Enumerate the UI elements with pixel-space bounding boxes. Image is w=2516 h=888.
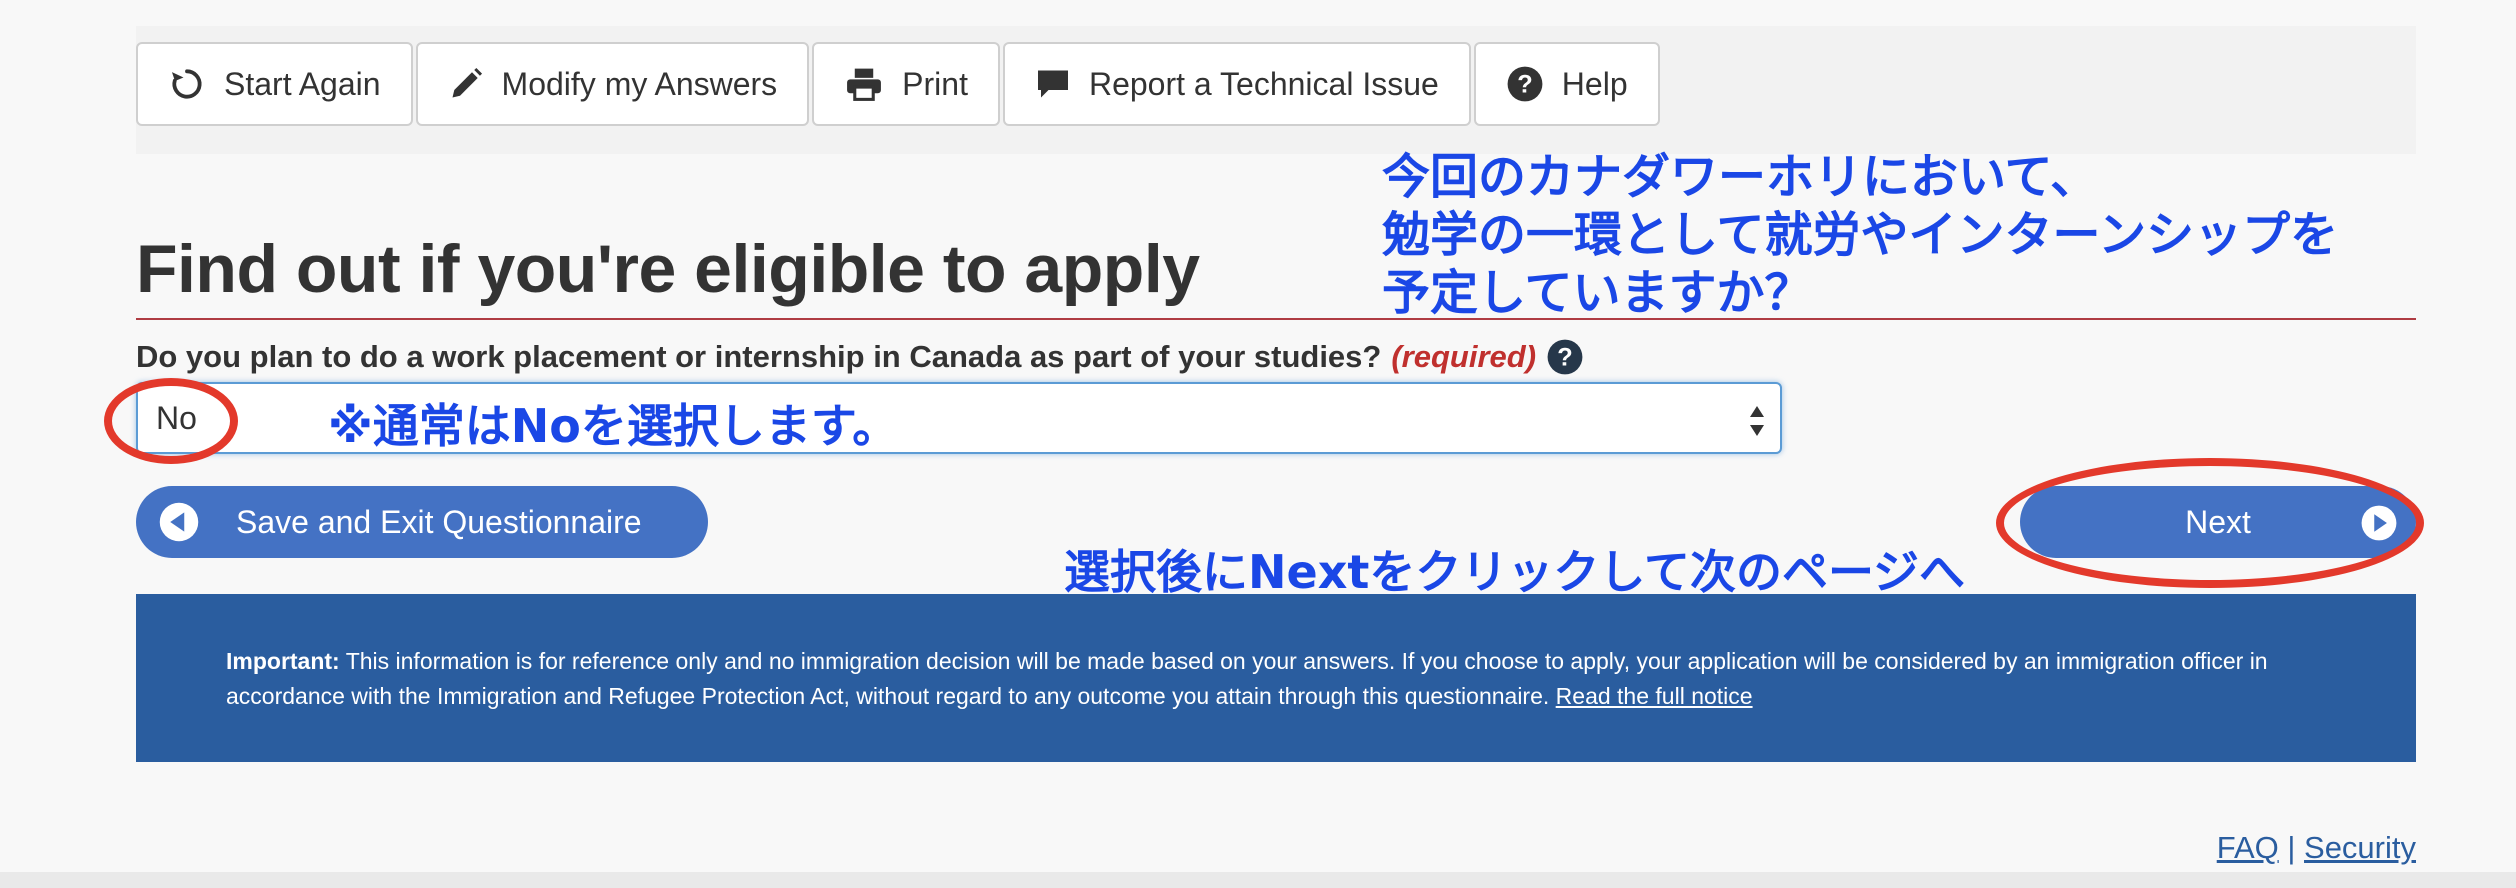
faq-link[interactable]: FAQ — [2217, 830, 2279, 865]
question-circle-icon: ? — [1507, 66, 1543, 102]
start-again-label: Start Again — [224, 65, 381, 102]
read-full-notice-link[interactable]: Read the full notice — [1556, 683, 1753, 709]
svg-text:?: ? — [1557, 344, 1572, 372]
important-notice: Important: This information is for refer… — [136, 594, 2416, 762]
select-arrows-icon — [1750, 406, 1764, 436]
required-marker: (required) — [1391, 339, 1537, 374]
toolbar: Start Again Modify my Answers Print Repo… — [136, 42, 1660, 126]
print-label: Print — [902, 65, 968, 102]
refresh-icon — [171, 69, 202, 99]
question-text: Do you plan to do a work placement or in… — [136, 339, 1382, 374]
printer-icon — [847, 68, 882, 101]
question-help-icon[interactable]: ? — [1546, 338, 1584, 376]
page-title: Find out if you're eligible to apply — [136, 231, 1200, 307]
start-again-button[interactable]: Start Again — [136, 42, 413, 126]
notice-important-label: Important: — [226, 648, 340, 674]
annotation-next-hint: 選択後にNextをクリックして次のページへ — [1064, 545, 1966, 599]
footer-separator: | — [2278, 830, 2305, 865]
save-exit-label: Save and Exit Questionnaire — [236, 503, 642, 540]
report-issue-label: Report a Technical Issue — [1088, 65, 1439, 102]
arrow-left-circle-icon — [159, 502, 199, 542]
annotation-line-1: 今回のカナダワーホリにおいて、 — [1382, 149, 2099, 205]
annotation-line-3: 予定していますか？ — [1382, 265, 1813, 321]
speech-bubble-icon — [1037, 70, 1068, 98]
help-button[interactable]: ? Help — [1473, 42, 1660, 126]
annotation-circle-select — [104, 378, 238, 464]
annotation-select-hint: ※通常はNoを選択します。 — [328, 399, 899, 453]
notice-body: This information is for reference only a… — [226, 648, 2268, 709]
bottom-strip — [0, 872, 2516, 888]
report-issue-button[interactable]: Report a Technical Issue — [1002, 42, 1471, 126]
footer-links: FAQ | Security — [2217, 830, 2416, 866]
annotation-question-translation: 今回のカナダワーホリにおいて、 勉学の一環として就労やインターンシップを 予定し… — [1382, 148, 2338, 322]
annotation-circle-next — [1996, 458, 2424, 588]
pencil-icon — [452, 67, 482, 98]
svg-text:?: ? — [1517, 71, 1532, 99]
modify-answers-button[interactable]: Modify my Answers — [415, 42, 810, 126]
security-link[interactable]: Security — [2304, 830, 2416, 865]
save-exit-button[interactable]: Save and Exit Questionnaire — [136, 486, 708, 558]
help-label: Help — [1561, 65, 1628, 102]
modify-answers-label: Modify my Answers — [501, 65, 778, 102]
annotation-line-2: 勉学の一環として就労やインターンシップを — [1382, 207, 2339, 263]
print-button[interactable]: Print — [812, 42, 1000, 126]
question-label: Do you plan to do a work placement or in… — [136, 338, 1584, 376]
